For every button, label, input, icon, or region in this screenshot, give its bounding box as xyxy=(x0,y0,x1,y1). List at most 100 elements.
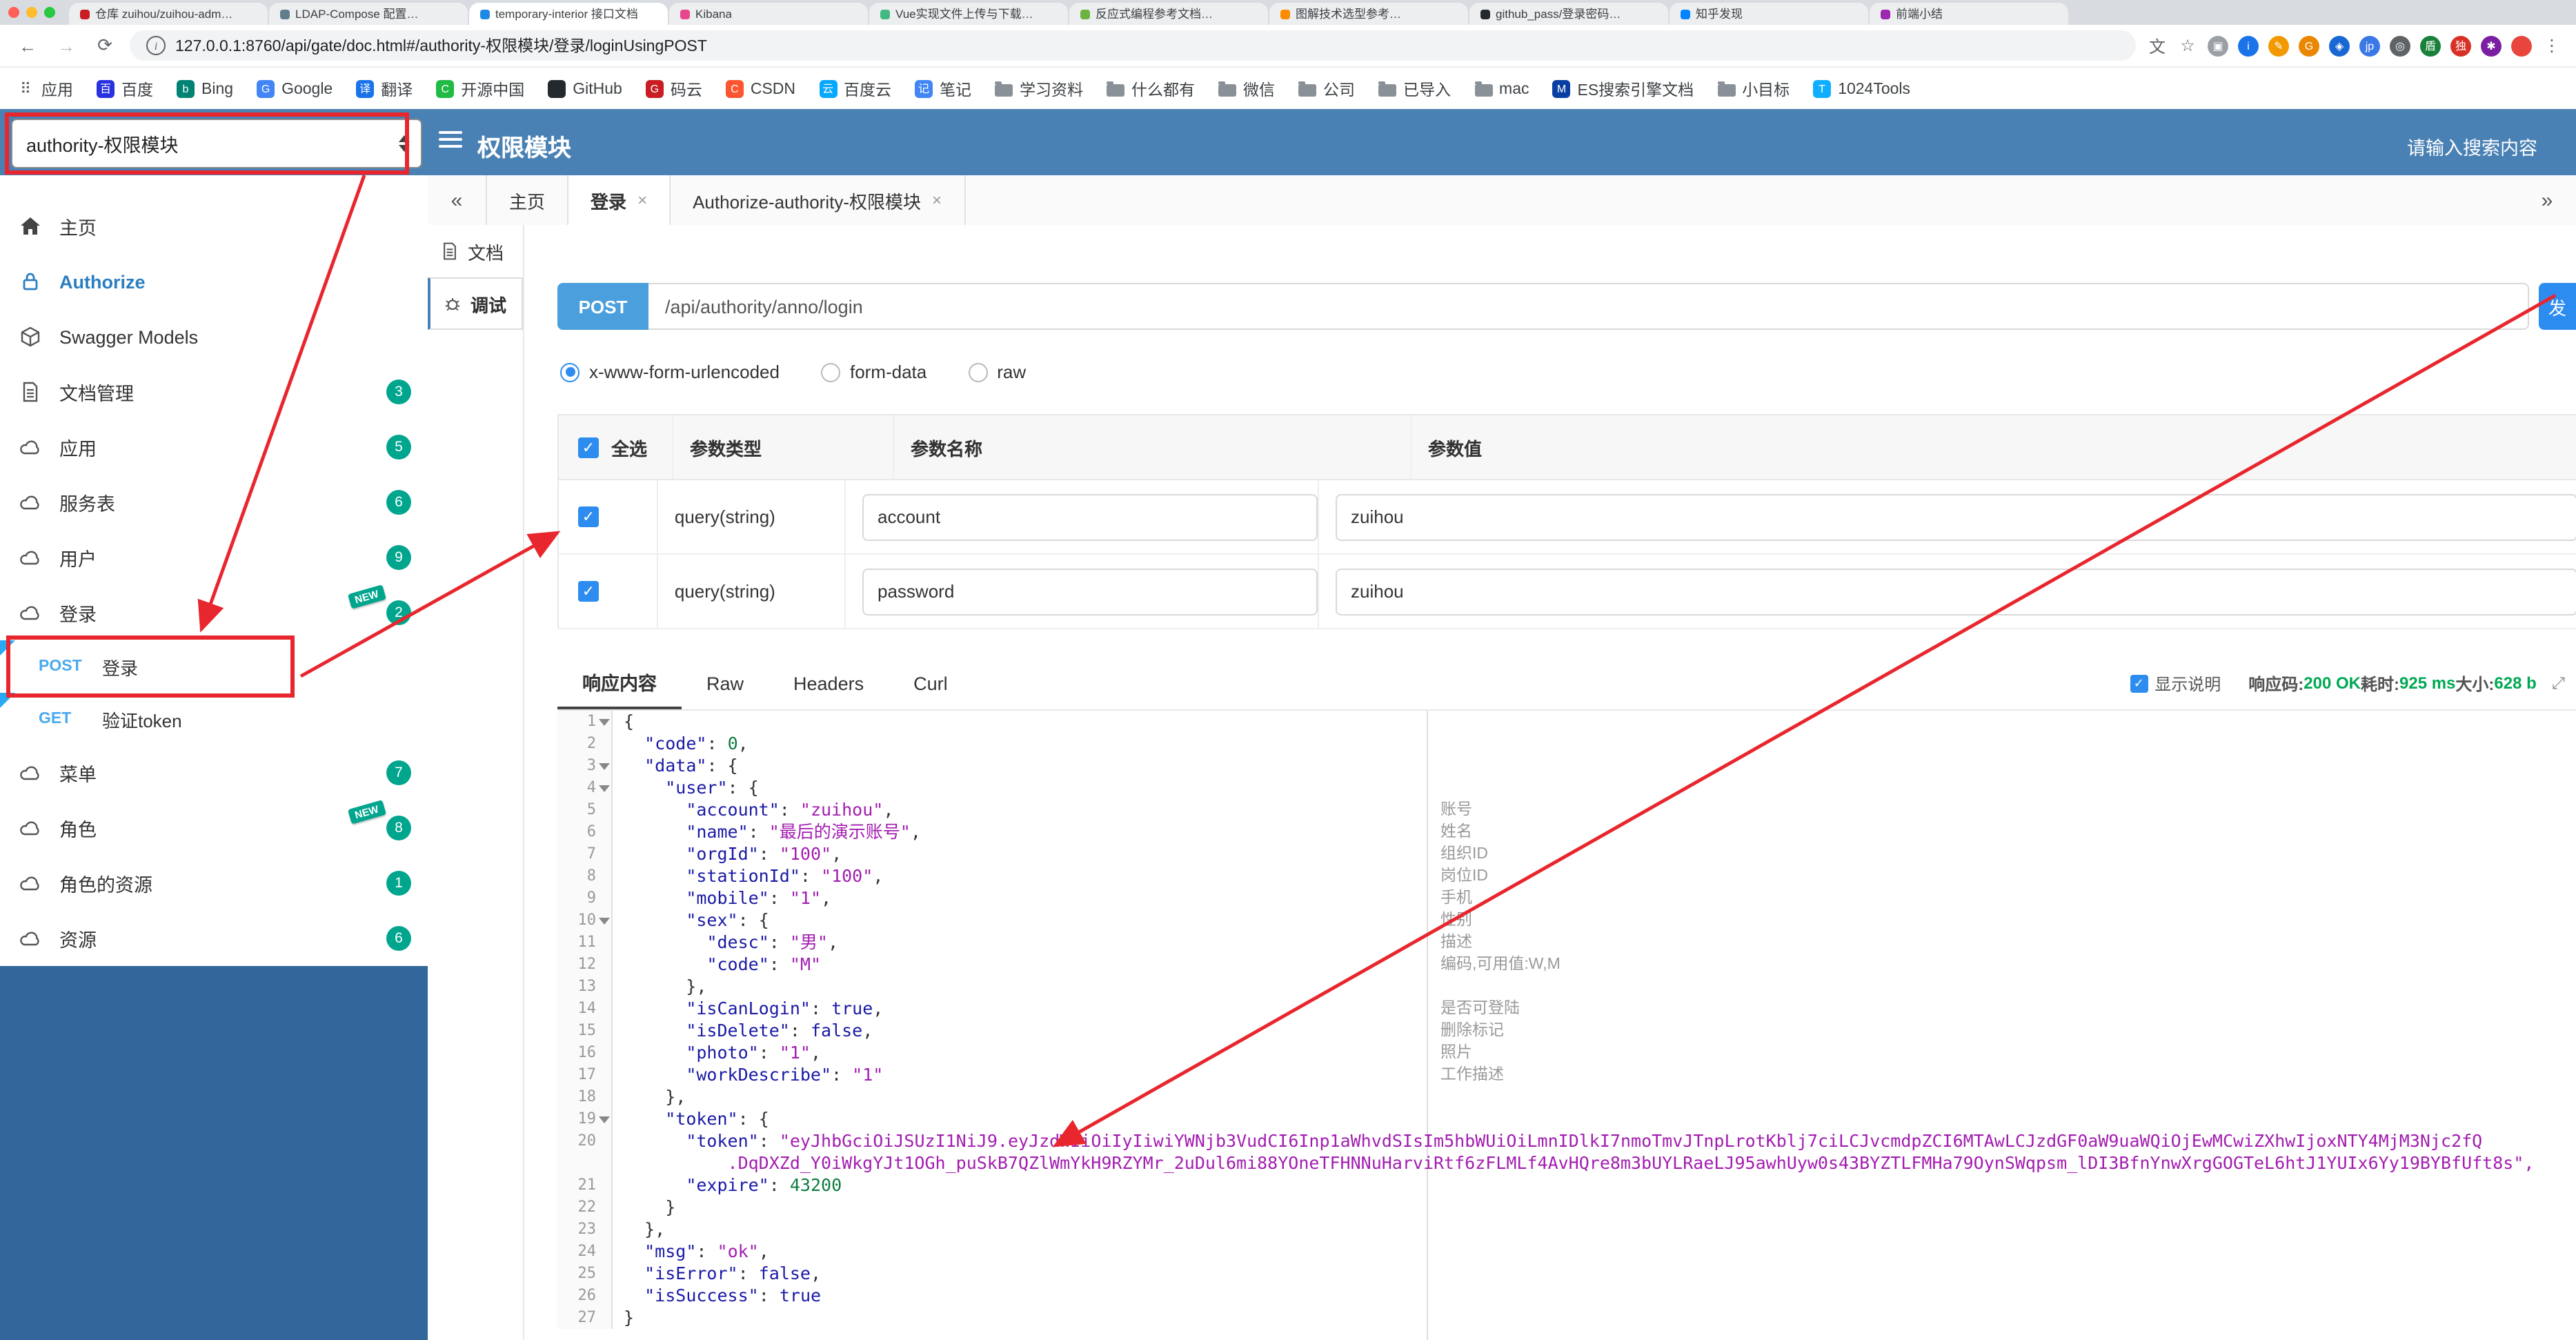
bookmark-company[interactable]: 公司 xyxy=(1298,78,1355,100)
nav-debug[interactable]: 调试 xyxy=(428,277,523,330)
response-tab-Headers[interactable]: Headers xyxy=(769,657,889,709)
sidebar-item-resource[interactable]: 资源 6 xyxy=(0,911,428,966)
sidebar-item-op-token-get[interactable]: GET 验证token xyxy=(0,693,428,745)
collapse-left-icon[interactable]: « xyxy=(428,175,486,225)
fold-icon[interactable] xyxy=(599,785,610,792)
extension-icon-1[interactable]: ▣ xyxy=(2208,35,2228,56)
radio-icon[interactable] xyxy=(820,362,840,382)
browser-tab[interactable]: temporary-interior 接口文档 xyxy=(469,3,668,25)
bookmark-imported[interactable]: 已导入 xyxy=(1378,78,1451,100)
content-type-x-www-form-urlencoded[interactable]: x-www-form-urlencoded xyxy=(560,362,780,382)
fold-icon[interactable] xyxy=(599,763,610,770)
extension-icon-3[interactable]: ✎ xyxy=(2268,35,2289,56)
request-url-input[interactable]: /api/authority/anno/login xyxy=(648,283,2529,330)
sidebar-item-menu[interactable]: 菜单 7 xyxy=(0,745,428,800)
doc-tab-主页[interactable]: 主页 xyxy=(486,175,569,225)
window-control-close[interactable] xyxy=(8,7,19,18)
sidebar-item-op-login-post[interactable]: POST 登录 xyxy=(0,640,428,693)
browser-tab[interactable]: LDAP-Compose 配置… xyxy=(269,3,468,25)
nav-doc[interactable]: 文档 xyxy=(428,225,523,277)
bookmark-apps[interactable]: ⠿ 应用 xyxy=(17,78,73,100)
response-tab-Raw[interactable]: Raw xyxy=(682,657,769,709)
page-info-icon[interactable]: i xyxy=(146,36,166,55)
collapse-right-icon[interactable]: » xyxy=(2518,175,2576,225)
browser-tab[interactable]: github_pass/登录密码… xyxy=(1469,3,1668,25)
browser-tab[interactable]: 知乎发现 xyxy=(1670,3,1868,25)
extension-icon-6[interactable]: jp xyxy=(2359,35,2380,56)
bookmark-wechat[interactable]: 微信 xyxy=(1218,78,1275,100)
browser-tab[interactable]: 图解技术选型参考… xyxy=(1269,3,1468,25)
extension-icon-7[interactable]: ◎ xyxy=(2390,35,2410,56)
bookmark-study[interactable]: 学习资料 xyxy=(995,78,1083,100)
bookmark-tools-1024[interactable]: T 1024Tools xyxy=(1813,80,1910,98)
bookmark-csdn[interactable]: C CSDN xyxy=(725,80,795,98)
show-description-checkbox[interactable]: ✓ xyxy=(2130,674,2148,692)
extension-icon-10[interactable]: ✱ xyxy=(2481,35,2501,56)
module-select[interactable]: authority-权限模块 xyxy=(11,119,422,168)
browser-tab[interactable]: 仓库 zuihou/zuihou-adm… xyxy=(69,3,268,25)
sidebar-item-authorize[interactable]: Authorize xyxy=(0,254,428,309)
bookmark-note[interactable]: 记笔记 xyxy=(915,78,971,100)
extension-icon-4[interactable]: G xyxy=(2299,35,2319,56)
browser-tab[interactable]: 前端小结 xyxy=(1870,3,2068,25)
param-checkbox[interactable]: ✓ xyxy=(578,581,599,602)
response-tab-响应内容[interactable]: 响应内容 xyxy=(557,657,682,709)
extension-icon-9[interactable]: 独 xyxy=(2450,35,2471,56)
extension-icon-2[interactable]: i xyxy=(2238,35,2259,56)
sidebar-item-doc-manage[interactable]: 文档管理 3 xyxy=(0,364,428,420)
sidebar-item-swagger-models[interactable]: Swagger Models xyxy=(0,309,428,364)
doc-tab-Authorize-authority-权限模块[interactable]: Authorize-authority-权限模块 × xyxy=(671,175,966,225)
sidebar-item-role-resource[interactable]: 角色的资源 1 xyxy=(0,856,428,911)
content-type-form-data[interactable]: form-data xyxy=(820,362,927,382)
bookmark-google[interactable]: G Google xyxy=(257,80,333,98)
header-search-input[interactable]: 请输入搜索内容 xyxy=(2407,132,2537,160)
radio-icon[interactable] xyxy=(968,362,988,382)
extension-icon-8[interactable]: 盾 xyxy=(2420,35,2441,56)
content-type-raw[interactable]: raw xyxy=(968,362,1026,382)
browser-tab[interactable]: Vue实现文件上传与下载… xyxy=(869,3,1068,25)
param-value-input[interactable]: zuihou xyxy=(1336,568,2576,615)
fold-icon[interactable] xyxy=(599,1116,610,1123)
param-name-input[interactable]: password xyxy=(862,568,1318,615)
bookmark-translate[interactable]: 译翻译 xyxy=(356,78,413,100)
select-all-checkbox[interactable]: ✓ xyxy=(578,437,599,457)
browser-tab[interactable]: Kibana xyxy=(669,3,868,25)
sidebar-item-login[interactable]: 登录 NEW 2 xyxy=(0,584,428,640)
bookmark-bing[interactable]: b Bing xyxy=(177,80,233,98)
sidebar-item-role[interactable]: 角色 NEW 8 xyxy=(0,800,428,856)
bookmark-misc[interactable]: 什么都有 xyxy=(1107,78,1195,100)
address-bar[interactable]: i 127.0.0.1:8760/api/gate/doc.html#/auth… xyxy=(130,30,2136,61)
close-tab-icon[interactable]: × xyxy=(637,190,647,210)
reload-icon[interactable]: ⟳ xyxy=(91,32,119,59)
param-name-input[interactable]: account xyxy=(862,493,1318,540)
fullscreen-icon[interactable]: ⤢ xyxy=(2552,673,2565,693)
bookmark-github[interactable]: GitHub xyxy=(548,80,622,98)
bookmark-baidu[interactable]: 百百度 xyxy=(97,78,153,100)
window-control-minimize[interactable] xyxy=(26,7,37,18)
sidebar-item-user[interactable]: 用户 9 xyxy=(0,530,428,585)
menu-toggle-icon[interactable] xyxy=(439,131,462,152)
send-button[interactable]: 发 xyxy=(2539,283,2576,330)
back-icon[interactable]: ← xyxy=(14,32,41,59)
bookmark-baidu-cloud[interactable]: 云百度云 xyxy=(819,78,891,100)
translate-icon[interactable]: 文 xyxy=(2147,35,2168,56)
sidebar-item-service[interactable]: 服务表 6 xyxy=(0,475,428,530)
sidebar-item-app[interactable]: 应用 5 xyxy=(0,420,428,475)
extension-icon-5[interactable]: ◈ xyxy=(2329,35,2350,56)
browser-tab[interactable]: 反应式编程参考文档… xyxy=(1069,3,1268,25)
fold-icon[interactable] xyxy=(599,918,610,925)
browser-menu-icon[interactable]: ⋮ xyxy=(2542,35,2562,56)
window-control-zoom[interactable] xyxy=(44,7,55,18)
forward-icon[interactable]: → xyxy=(52,32,80,59)
bookmark-star-icon[interactable]: ☆ xyxy=(2177,35,2198,56)
doc-tab-登录[interactable]: 登录 × xyxy=(568,175,671,225)
close-tab-icon[interactable]: × xyxy=(932,190,942,210)
response-tab-Curl[interactable]: Curl xyxy=(889,657,973,709)
fold-icon[interactable] xyxy=(599,719,610,726)
avatar-icon[interactable] xyxy=(2511,35,2532,56)
bookmark-gitee[interactable]: G 码云 xyxy=(645,78,702,100)
bookmark-oschina[interactable]: C 开源中国 xyxy=(436,78,524,100)
bookmark-goal[interactable]: 小目标 xyxy=(1717,78,1790,100)
param-checkbox[interactable]: ✓ xyxy=(578,506,599,527)
radio-icon[interactable] xyxy=(560,362,579,382)
